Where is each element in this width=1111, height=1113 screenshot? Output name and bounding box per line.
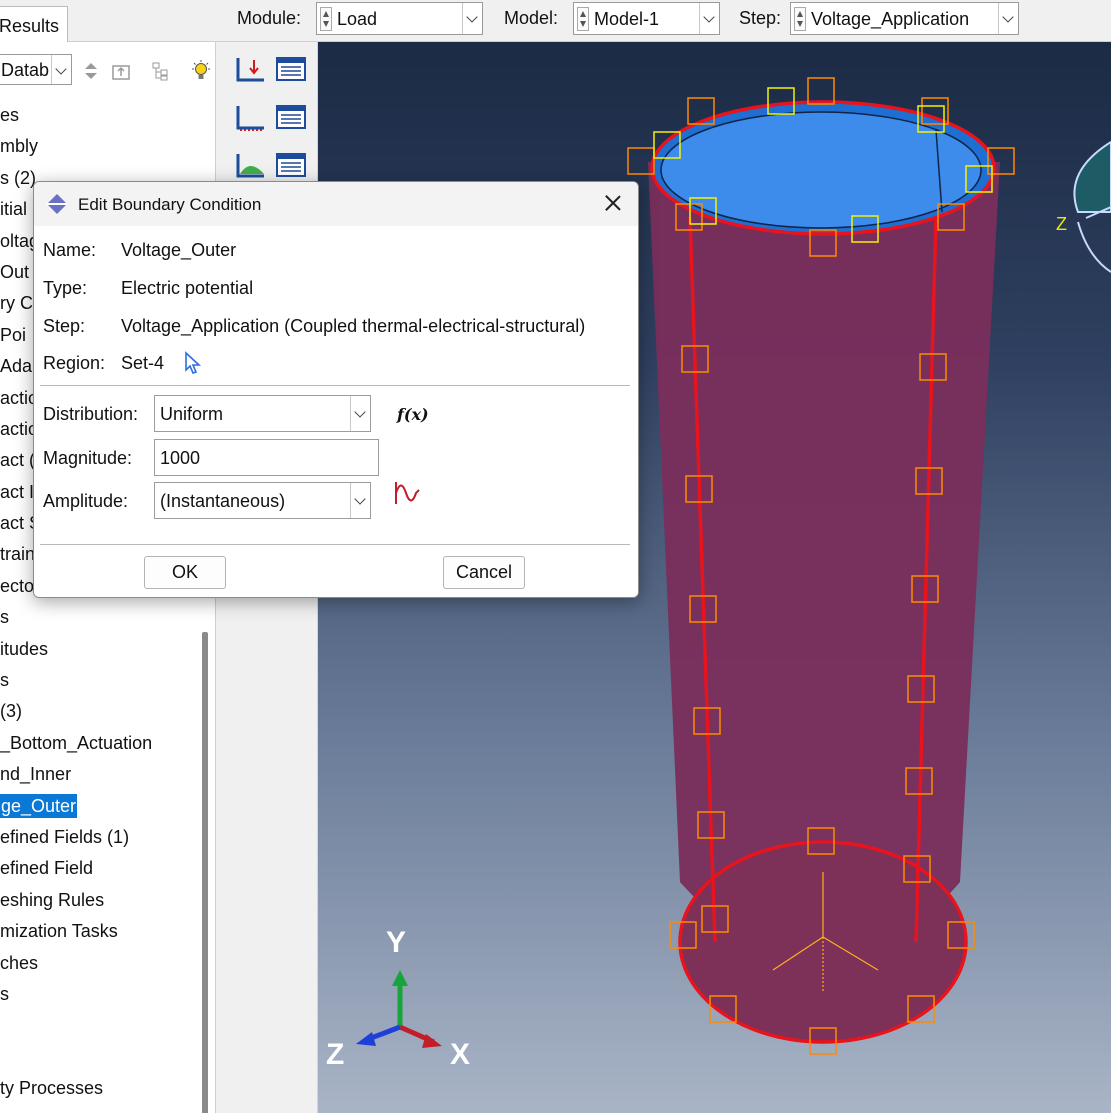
triad-y-label: Y — [386, 926, 407, 959]
triad-z-label: Z — [326, 1038, 345, 1071]
spin-icon — [320, 7, 332, 31]
inner-surface — [660, 111, 982, 229]
lightbulb-icon[interactable] — [190, 60, 212, 82]
tree-item[interactable] — [0, 1010, 200, 1041]
tree-item[interactable]: ty Processes — [0, 1073, 200, 1104]
dialog-titlebar[interactable]: Edit Boundary Condition — [34, 182, 638, 226]
database-value: Datab — [1, 60, 50, 80]
magnitude-input[interactable]: 1000 — [154, 439, 379, 476]
step-label: Step: — [739, 8, 782, 28]
distribution-select[interactable]: Uniform — [154, 395, 371, 432]
cancel-button[interactable]: Cancel — [443, 556, 525, 589]
tree-expand-icon[interactable] — [150, 60, 172, 82]
name-label: Name: — [43, 240, 97, 260]
tree-item[interactable]: s — [0, 602, 200, 633]
step-value: Voltage_Application — [811, 9, 970, 29]
triad-x-label: X — [450, 1038, 471, 1071]
distribution-label: Distribution: — [43, 404, 139, 424]
chevron-down-icon[interactable] — [350, 483, 370, 518]
tab-results[interactable]: Results — [0, 6, 68, 42]
chevron-down-icon[interactable] — [51, 55, 71, 84]
tree-toolbar: Datab — [0, 50, 215, 90]
fx-button[interactable]: f(x) — [397, 405, 429, 424]
tree-item[interactable]: (3) — [0, 696, 200, 727]
spin-icon — [794, 7, 806, 31]
dialog-title: Edit Boundary Condition — [78, 195, 262, 214]
distribution-value: Uniform — [160, 404, 224, 424]
view-cube — [1073, 140, 1111, 273]
region-value: Set-4 — [121, 353, 165, 373]
amplitude-value: (Instantaneous) — [160, 491, 286, 511]
tree-item[interactable]: ches — [0, 948, 200, 979]
tree-item[interactable]: mization Tasks — [0, 916, 200, 947]
tree-scrollbar[interactable] — [202, 632, 208, 1113]
module-select[interactable]: Load — [316, 2, 483, 35]
amplitude-wave-icon[interactable] — [393, 480, 421, 506]
create-bc-icon[interactable] — [234, 100, 268, 134]
view-cube-label: Z — [1056, 214, 1067, 234]
global-triad — [356, 970, 442, 1048]
step-value: Voltage_Application (Coupled thermal-ele… — [121, 316, 586, 336]
model-select[interactable]: Model-1 — [573, 2, 720, 35]
field-manager-icon[interactable] — [274, 148, 308, 182]
load-manager-icon[interactable] — [274, 52, 308, 86]
edit-bc-dialog: Edit Boundary Condition Name: Voltage_Ou… — [33, 181, 639, 598]
tree-item[interactable]: mbly — [0, 131, 200, 162]
tree-item[interactable]: nd_Inner — [0, 759, 200, 790]
select-region-arrow-icon[interactable] — [182, 351, 204, 375]
name-value: Voltage_Outer — [121, 240, 237, 260]
ok-button[interactable]: OK — [144, 556, 226, 589]
spin-icon — [577, 7, 589, 31]
tree-item[interactable] — [0, 1042, 200, 1073]
module-label: Module: — [237, 8, 302, 28]
tree-item[interactable]: s — [0, 665, 200, 696]
amplitude-select[interactable]: (Instantaneous) — [154, 482, 371, 519]
tree-item[interactable]: efined Field — [0, 853, 200, 884]
model-value: Model-1 — [594, 9, 660, 29]
model-label: Model: — [504, 8, 559, 28]
chevron-down-icon[interactable] — [350, 396, 370, 431]
region-label: Region: — [43, 353, 106, 373]
create-load-icon[interactable] — [234, 52, 268, 86]
chevron-down-icon[interactable] — [462, 3, 482, 34]
amplitude-label: Amplitude: — [43, 491, 129, 511]
tree-item[interactable]: efined Fields (1) — [0, 822, 200, 853]
step-select[interactable]: Voltage_Application — [790, 2, 1019, 35]
tree-item[interactable]: es — [0, 100, 200, 131]
tree-item-selected[interactable]: ge_Outer — [0, 791, 200, 822]
divider — [40, 385, 630, 386]
tree-item[interactable]: s — [0, 979, 200, 1010]
create-field-icon[interactable] — [234, 148, 268, 182]
divider — [40, 544, 630, 545]
spin-updown-icon[interactable] — [80, 60, 102, 82]
tree-up-icon[interactable] — [110, 60, 132, 82]
step-label: Step: — [43, 316, 86, 336]
database-select[interactable]: Datab — [0, 54, 72, 85]
tree-item[interactable]: eshing Rules — [0, 885, 200, 916]
tree-item[interactable]: itudes — [0, 634, 200, 665]
chevron-down-icon[interactable] — [699, 3, 719, 34]
bc-manager-icon[interactable] — [274, 100, 308, 134]
close-icon[interactable] — [600, 190, 626, 216]
magnitude-value: 1000 — [160, 448, 201, 468]
magnitude-label: Magnitude: — [43, 448, 133, 468]
type-label: Type: — [43, 278, 88, 298]
dialog-body: Name: Voltage_Outer Type: Electric poten… — [34, 226, 638, 597]
type-value: Electric potential — [121, 278, 254, 298]
context-toolbar: Results Module: Load Model: Model-1 Step… — [0, 0, 1111, 42]
module-value: Load — [337, 9, 378, 29]
chevron-down-icon[interactable] — [998, 3, 1018, 34]
abaqus-app-icon — [47, 194, 67, 214]
tree-item[interactable]: _Bottom_Actuation — [0, 728, 200, 759]
